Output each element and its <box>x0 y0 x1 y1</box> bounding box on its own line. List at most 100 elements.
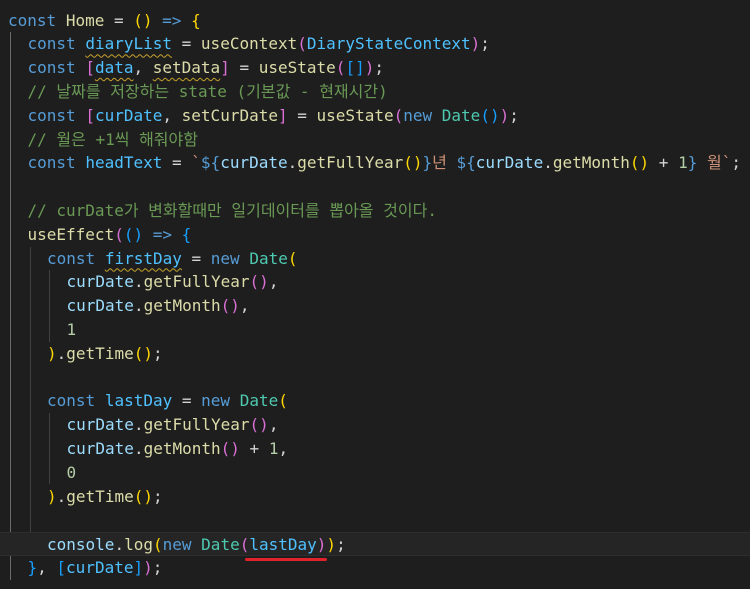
code-line[interactable]: useEffect(() => { <box>0 223 750 247</box>
code-token: ) <box>316 535 327 555</box>
code-token: data <box>94 58 134 78</box>
code-token: curDate <box>475 153 544 173</box>
code-token: () <box>249 415 269 435</box>
code-token: Date <box>201 535 240 555</box>
code-line[interactable]: 1 <box>0 318 750 342</box>
code-line[interactable]: const diaryList = useContext(DiaryStateC… <box>0 32 750 56</box>
code-token: [ <box>85 105 95 125</box>
code-token: + <box>239 438 269 458</box>
code-token: const <box>27 34 76 54</box>
code-token: ( <box>335 58 346 78</box>
code-token: ) <box>326 535 337 555</box>
code-token: ( <box>239 535 250 555</box>
code-line[interactable]: // curDate가 변화할때만 일기데이터를 뽑아올 것이다. <box>0 199 750 223</box>
code-token: = <box>287 105 317 125</box>
code-token: = <box>172 34 201 54</box>
code-token: ] <box>277 105 288 125</box>
code-line[interactable]: curDate.getMonth(), <box>0 294 750 318</box>
code-line[interactable]: // 월은 +1씩 해줘야함 <box>0 128 750 152</box>
code-token: // 월은 +1씩 해줘야함 <box>27 129 198 149</box>
code-token: ; <box>374 58 384 78</box>
code-token: ) <box>470 34 481 54</box>
code-token: diaryList <box>85 34 173 54</box>
code-token: = <box>162 153 192 173</box>
code-line[interactable]: const lastDay = new Date( <box>0 389 750 413</box>
code-token: getTime <box>66 486 134 506</box>
code-token: const <box>27 153 76 173</box>
code-token: getMonth <box>143 438 221 458</box>
code-token: ; <box>152 486 163 506</box>
code-token: () <box>133 10 153 30</box>
code-token: console <box>47 535 115 555</box>
code-editor[interactable]: const Home = () => {const diaryList = us… <box>0 0 750 589</box>
code-line[interactable]: curDate.getMonth() + 1, <box>0 437 750 461</box>
code-line[interactable]: curDate.getFullYear(), <box>0 413 750 437</box>
code-line[interactable]: const [curDate, setCurDate] = useState(n… <box>0 104 750 128</box>
code-line[interactable]: const [data, setData] = useState([]); <box>0 56 750 80</box>
code-token: ] <box>133 557 144 577</box>
code-token: setCurDate <box>181 105 278 125</box>
code-token: 1 <box>66 319 77 339</box>
code-token: useState <box>258 58 336 78</box>
code-token: . <box>287 153 298 173</box>
code-token: curDate <box>66 296 134 316</box>
code-line[interactable]: const Home = () => { <box>0 9 750 33</box>
code-token: () <box>133 343 153 363</box>
code-token: curDate <box>66 438 134 458</box>
code-token: new <box>403 105 433 125</box>
code-token: = <box>104 10 134 30</box>
code-token: curDate <box>66 557 134 577</box>
code-token: () <box>480 105 500 125</box>
code-line[interactable]: const firstDay = new Date( <box>0 247 750 271</box>
code-token: ( <box>114 224 124 244</box>
code-token: () <box>123 224 144 244</box>
code-token: 1 <box>268 438 279 458</box>
code-line[interactable]: ).getTime(); <box>0 342 750 366</box>
code-line[interactable] <box>0 175 750 199</box>
code-token: () <box>249 272 269 292</box>
code-token: firstDay <box>104 248 182 268</box>
code-token: useEffect <box>27 224 115 244</box>
code-token: Date <box>249 248 288 268</box>
code-token: getMonth <box>143 296 221 316</box>
code-token: + <box>649 153 679 173</box>
code-token: = <box>172 391 202 411</box>
code-token: ` <box>191 153 201 173</box>
code-token: // 날짜를 저장하는 state (기본값 - 현재시간) <box>27 81 388 101</box>
code-token: ( <box>393 105 404 125</box>
code-token: getFullYear <box>143 415 250 435</box>
code-token: new <box>210 248 240 268</box>
code-token: Home <box>65 10 105 30</box>
code-token: () <box>220 296 240 316</box>
code-token: getFullYear <box>143 272 250 292</box>
code-line[interactable] <box>0 366 750 390</box>
code-token: DiaryStateContext <box>306 34 471 54</box>
code-line[interactable]: // 날짜를 저장하는 state (기본값 - 현재시간) <box>0 80 750 104</box>
code-token: , <box>278 438 289 458</box>
code-token: getTime <box>66 343 134 363</box>
code-line[interactable]: curDate.getFullYear(), <box>0 270 750 294</box>
code-line-active[interactable]: console.log(new Date(lastDay)); <box>0 532 750 556</box>
code-token: ; <box>731 153 741 173</box>
code-line[interactable]: 0 <box>0 461 750 485</box>
code-token: , <box>162 105 182 125</box>
code-line[interactable] <box>0 508 750 532</box>
code-token: . <box>133 415 144 435</box>
code-token: const <box>27 58 76 78</box>
code-token: ; <box>509 105 519 125</box>
code-line[interactable]: const headText = `${curDate.getFullYear(… <box>0 151 750 175</box>
code-token: ${ <box>200 153 221 173</box>
code-token: . <box>133 438 144 458</box>
code-token: , <box>268 272 279 292</box>
code-token: ) <box>47 486 57 506</box>
code-line[interactable]: }, [curDate]); <box>0 556 750 580</box>
code-line[interactable]: ).getTime(); <box>0 485 750 509</box>
